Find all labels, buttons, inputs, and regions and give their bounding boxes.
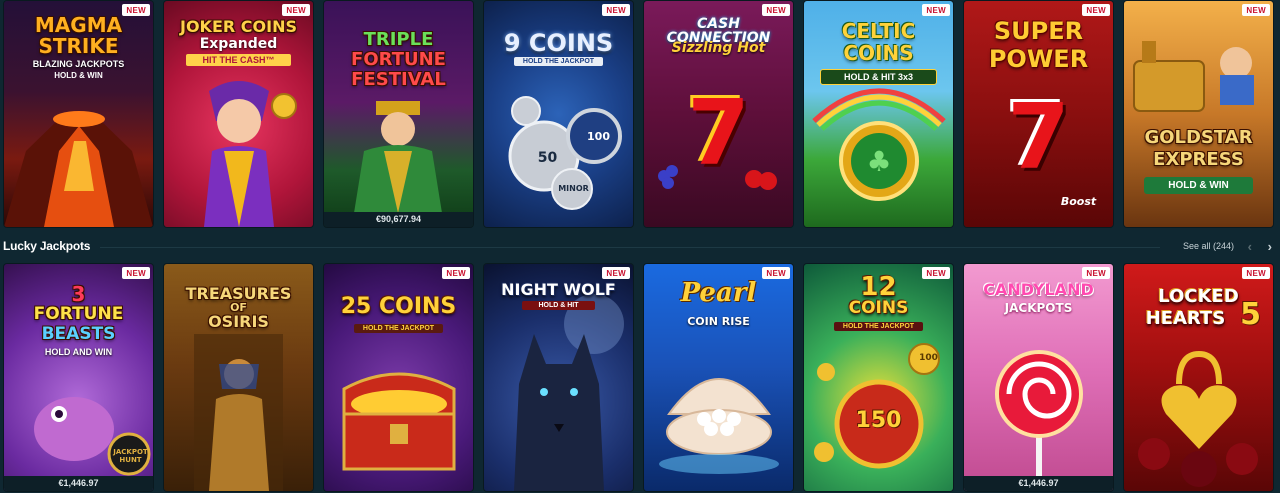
jackpot-hunt-badge: JACKPOT HUNT <box>113 448 148 464</box>
game-subtitle: HOLD & WIN <box>1144 177 1253 194</box>
game-title-line-2: Sizzling Hot <box>671 40 766 56</box>
game-title-line-2: HEARTS <box>1145 308 1226 329</box>
game-tile-joker-coins[interactable]: JOKER COINS Expanded HIT THE CASH™ NEW <box>164 1 313 227</box>
seven-symbol: 7 <box>1007 85 1070 190</box>
game-subtitle-2: HOLD & WIN <box>54 71 103 80</box>
game-tile-pearl-coin-rise[interactable]: Pearl COIN RISE NEW <box>644 264 793 491</box>
game-tile-super-power[interactable]: SUPER POWER 7 Boost NEW <box>964 1 1113 227</box>
game-title-line-3: BEASTS <box>41 324 116 344</box>
game-title-line-2: FORTUNE <box>33 304 124 324</box>
new-badge: NEW <box>602 267 630 279</box>
game-title-line-2: POWER <box>988 45 1089 73</box>
game-subtitle: HOLD THE JACKPOT <box>834 322 923 331</box>
game-tile-9-coins[interactable]: 9 COINS HOLD THE JACKPOT 50 100 MINOR NE… <box>484 1 633 227</box>
new-badge: NEW <box>922 4 950 16</box>
new-badge: NEW <box>122 267 150 279</box>
new-badge: NEW <box>762 4 790 16</box>
game-tile-treasures-of-osiris[interactable]: TREASURES OF OSIRIS <box>164 264 313 491</box>
game-tile-25-coins[interactable]: 25 COINS HOLD THE JACKPOT NEW <box>324 264 473 491</box>
game-tile-magma-strike[interactable]: MAGMA STRIKE BLAZING JACKPOTS HOLD & WIN… <box>4 1 153 227</box>
see-all-link[interactable]: See all (244) <box>1183 241 1234 251</box>
jackpot-amount: €90,677.94 <box>324 212 473 227</box>
carousel-prev-icon[interactable]: ‹ <box>1248 239 1252 254</box>
game-title-line-1: TRIPLE <box>363 29 434 50</box>
game-subtitle: HOLD & HIT <box>522 301 595 310</box>
game-title-line-1: JOKER COINS <box>180 17 297 36</box>
new-badge: NEW <box>1242 267 1270 279</box>
featured-games-row: MAGMA STRIKE BLAZING JACKPOTS HOLD & WIN… <box>4 1 1273 227</box>
coin-value-150: 150 <box>855 408 902 433</box>
game-title-line-1: TREASURES <box>185 284 292 303</box>
new-badge: NEW <box>922 267 950 279</box>
game-title-line-2: FORTUNE <box>351 49 446 70</box>
game-title-line-2: COINS <box>843 41 914 65</box>
game-title: NIGHT WOLF <box>501 280 616 299</box>
game-title-line-1: GOLDSTAR <box>1144 127 1253 148</box>
game-title-line-1: 3 <box>71 282 86 306</box>
new-badge: NEW <box>1082 267 1110 279</box>
game-subtitle: HIT THE CASH™ <box>186 54 291 66</box>
game-title-line-2: EXPRESS <box>1153 149 1244 170</box>
coin-value-100: 100 <box>587 130 610 143</box>
game-tile-goldstar-express[interactable]: GOLDSTAR EXPRESS HOLD & WIN NEW <box>1124 1 1273 227</box>
game-title-line-2: COIN RISE <box>687 315 750 328</box>
game-tile-locked-hearts-5[interactable]: LOCKED HEARTS 5 NEW <box>1124 264 1273 491</box>
new-badge: NEW <box>442 267 470 279</box>
game-tile-triple-fortune-festival[interactable]: TRIPLE FORTUNE FESTIVAL €90,677.94 <box>324 1 473 227</box>
game-title-line-2: COINS <box>848 298 909 318</box>
game-title-line-1: CELTIC <box>841 19 916 43</box>
jackpot-amount: €1,446.97 <box>964 476 1113 491</box>
game-title: 25 COINS <box>340 294 457 319</box>
new-badge: NEW <box>1242 4 1270 16</box>
coin-value-100: 100 <box>919 353 938 363</box>
game-title-line-2: Expanded <box>199 36 278 52</box>
section-header-lucky-jackpots: Lucky Jackpots See all (244) ‹ › <box>0 238 1280 258</box>
section-title: Lucky Jackpots <box>3 239 91 253</box>
new-badge: NEW <box>282 4 310 16</box>
carousel-next-icon[interactable]: › <box>1268 239 1272 254</box>
game-title-line-2: JACKPOTS <box>1004 301 1073 315</box>
game-subtitle: HOLD THE JACKPOT <box>354 324 443 333</box>
game-tile-celtic-coins[interactable]: ♣ CELTIC COINS HOLD & HIT 3x3 NEW <box>804 1 953 227</box>
new-badge: NEW <box>1082 4 1110 16</box>
lucky-jackpots-row: 3 FORTUNE BEASTS HOLD AND WIN JACKPOT HU… <box>4 264 1273 491</box>
game-title: 9 COINS <box>503 29 614 57</box>
game-tile-night-wolf[interactable]: NIGHT WOLF HOLD & HIT NEW <box>484 264 633 491</box>
svg-text:♣: ♣ <box>866 145 891 178</box>
jackpot-amount: €1,446.97 <box>4 476 153 491</box>
coin-label-minor: MINOR <box>558 184 589 193</box>
new-badge: NEW <box>602 4 630 16</box>
section-divider <box>100 247 1160 248</box>
game-tile-candyland-jackpots[interactable]: CANDYLAND JACKPOTS €1,446.97 NEW <box>964 264 1113 491</box>
game-title-line-1: MAGMA <box>34 13 123 37</box>
game-tile-3-fortune-beasts[interactable]: 3 FORTUNE BEASTS HOLD AND WIN JACKPOT HU… <box>4 264 153 491</box>
game-title: Pearl <box>680 278 757 308</box>
game-subtitle: HOLD AND WIN <box>44 347 113 357</box>
game-title-line-3: FESTIVAL <box>351 69 446 90</box>
game-subtitle: HOLD & HIT 3x3 <box>820 69 937 85</box>
game-title-line-3: OSIRIS <box>208 312 269 331</box>
game-tile-cash-connection-sizzling-hot[interactable]: CASH CONNECTION Sizzling Hot 7 NEW <box>644 1 793 227</box>
game-title-line-2: STRIKE <box>38 34 119 58</box>
game-title-line-1: SUPER <box>993 17 1084 45</box>
game-subtitle: HOLD THE JACKPOT <box>514 57 603 66</box>
game-subtitle: BLAZING JACKPOTS <box>32 59 125 69</box>
coin-value-50: 50 <box>537 150 558 166</box>
game-title-line-1: CANDYLAND <box>983 280 1094 299</box>
new-badge: NEW <box>122 4 150 16</box>
seven-symbol: 7 <box>687 81 750 186</box>
game-tile-12-coins[interactable]: 12 COINS HOLD THE JACKPOT 150 100 NEW <box>804 264 953 491</box>
boost-label: Boost <box>1060 195 1097 208</box>
game-title-number: 5 <box>1240 297 1261 332</box>
new-badge: NEW <box>762 267 790 279</box>
